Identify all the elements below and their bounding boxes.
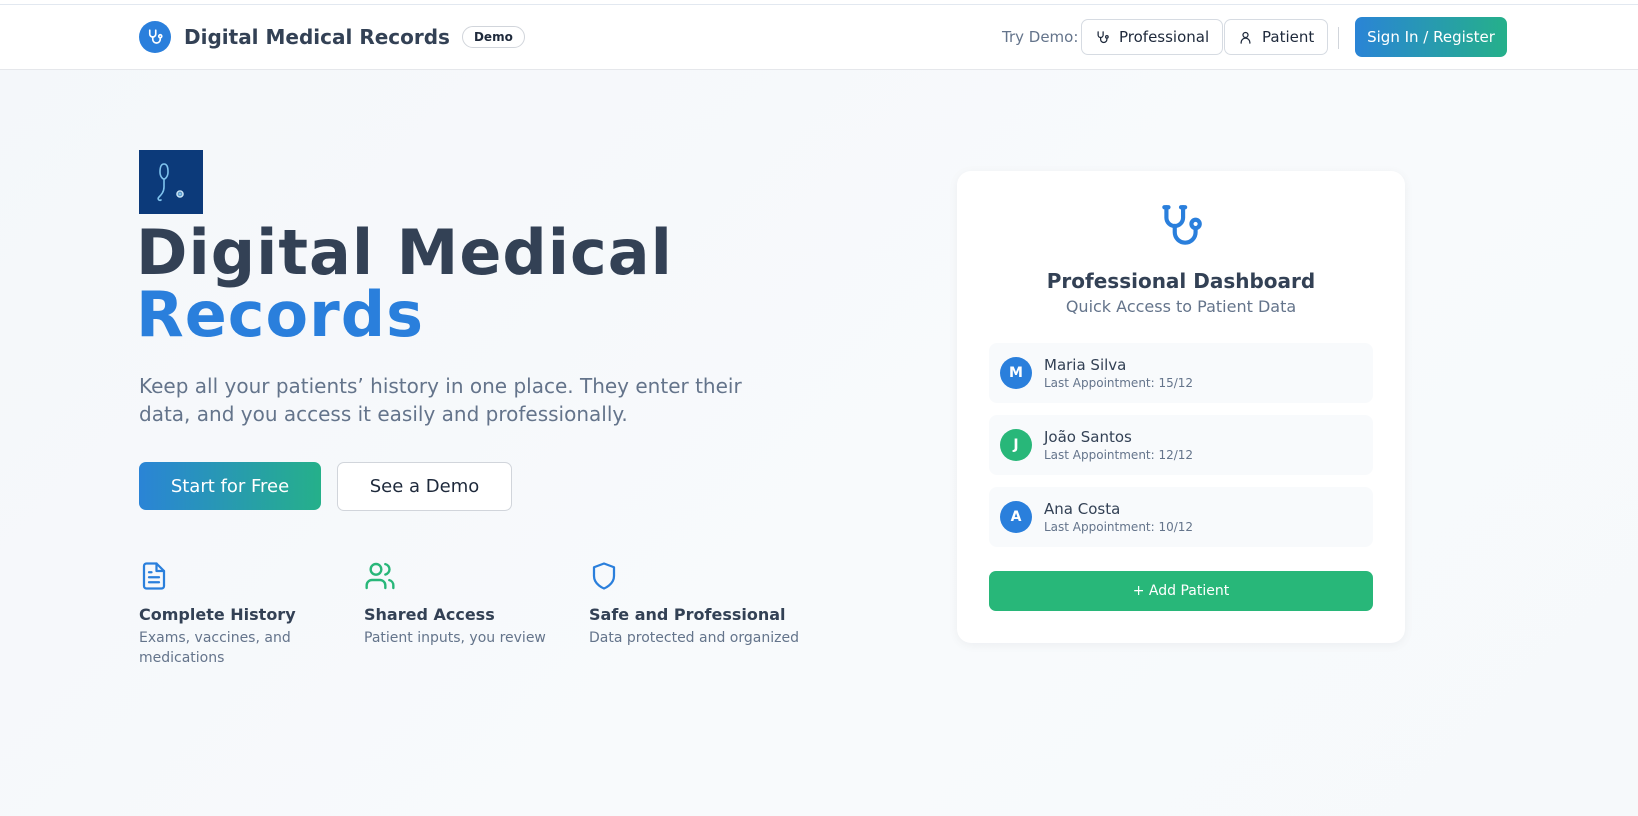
professional-demo-button[interactable]: Professional (1081, 19, 1224, 55)
patient-row-maria-silva[interactable]: M Maria Silva Last Appointment: 15/12 (989, 343, 1373, 403)
stethoscope-icon (139, 21, 171, 53)
patient-name: João Santos (1044, 428, 1132, 446)
see-a-demo-button[interactable]: See a Demo (337, 462, 512, 511)
patient-name: Ana Costa (1044, 500, 1121, 518)
feature-safe-professional: Safe and Professional Data protected and… (589, 560, 799, 648)
feature-shared-access: Shared Access Patient inputs, you review (364, 560, 574, 648)
hero-title: Digital Medical Records (136, 222, 673, 346)
patient-row-ana-costa[interactable]: A Ana Costa Last Appointment: 10/12 (989, 487, 1373, 547)
patient-name: Maria Silva (1044, 356, 1127, 374)
stethoscope-icon (1097, 30, 1109, 43)
last-appointment: Last Appointment: 10/12 (1044, 520, 1194, 534)
demo-badge: Demo (461, 26, 525, 48)
hero-stethoscope-image (139, 150, 203, 214)
header-divider (1338, 27, 1339, 49)
feature-title: Safe and Professional (589, 605, 786, 624)
avatar: A (1000, 501, 1032, 533)
document-icon (139, 560, 349, 594)
avatar: J (1000, 429, 1032, 461)
professional-dashboard-card: Professional Dashboard Quick Access to P… (957, 171, 1405, 643)
sign-in-register-button[interactable]: Sign In / Register (1355, 17, 1507, 57)
brand-title: Digital Medical Records (184, 25, 450, 49)
hero-title-line-2: Records (136, 278, 424, 351)
feature-description: Data protected and organized (589, 630, 799, 646)
patient-row-joao-santos[interactable]: J João Santos Last Appointment: 12/12 (989, 415, 1373, 475)
hero-title-line-1: Digital Medical (136, 216, 673, 289)
users-icon (364, 560, 574, 594)
card-title: Professional Dashboard (1046, 269, 1316, 293)
patient-demo-button[interactable]: Patient (1224, 19, 1329, 55)
feature-description: Exams, vaccines, and medications (139, 630, 291, 666)
patient-label: Patient (1262, 28, 1315, 46)
card-subtitle: Quick Access to Patient Data (1065, 297, 1297, 316)
feature-title: Shared Access (364, 605, 495, 624)
brand[interactable]: Digital Medical Records Demo (139, 21, 525, 53)
avatar: M (1000, 357, 1032, 389)
feature-title: Complete History (139, 605, 296, 624)
user-icon (1240, 31, 1251, 44)
feature-complete-history: Complete History Exams, vaccines, and me… (139, 560, 349, 668)
start-for-free-button[interactable]: Start for Free (139, 462, 321, 510)
try-demo-label: Try Demo: (1002, 28, 1079, 46)
professional-label: Professional (1119, 28, 1210, 46)
hero-subtitle: Keep all your patients’ history in one p… (139, 374, 742, 426)
last-appointment: Last Appointment: 15/12 (1044, 376, 1194, 390)
last-appointment: Last Appointment: 12/12 (1044, 448, 1194, 462)
top-navbar: Digital Medical Records Demo Try Demo: P… (0, 5, 1638, 70)
stethoscope-icon (1156, 201, 1206, 255)
feature-description: Patient inputs, you review (364, 630, 546, 646)
shield-icon (589, 560, 799, 594)
add-patient-button[interactable]: + Add Patient (989, 571, 1373, 611)
